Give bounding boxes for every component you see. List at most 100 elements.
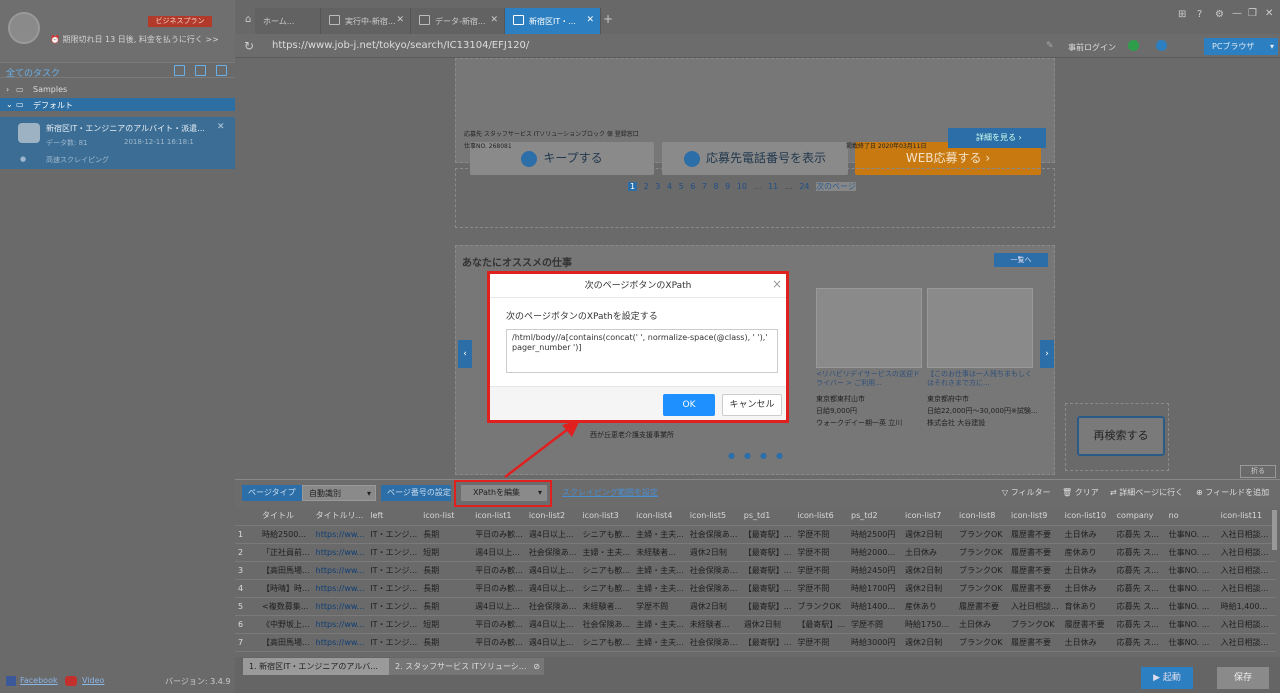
table-row[interactable]: 5 <複数募集... https://ww... IT・エンジ... 長期 週4日以上..…: [235, 597, 1276, 616]
column-header[interactable]: タイトル: [259, 507, 313, 526]
recommend-more-button[interactable]: 一覧へ: [994, 253, 1048, 267]
page-link[interactable]: 8: [713, 182, 718, 191]
table-cell[interactable]: 【最寄駅】...: [740, 579, 795, 598]
table-cell[interactable]: 週休2日制: [902, 525, 957, 544]
table-cell[interactable]: 短期: [420, 615, 473, 634]
table-row[interactable]: 1 時給2500... https://ww... IT・エンジ... 長期 平日のみ歓.…: [235, 525, 1276, 544]
table-cell[interactable]: 土日休み: [1061, 579, 1114, 598]
gift-icon[interactable]: ⊞: [1178, 9, 1186, 20]
table-cell[interactable]: 社会保険あ...: [686, 633, 741, 652]
detail-button[interactable]: 詳細を見る ›: [948, 128, 1046, 148]
table-cell[interactable]: IT・エンジ...: [367, 633, 421, 652]
table-cell[interactable]: https://ww...: [312, 543, 368, 562]
table-cell[interactable]: ブランクOK: [956, 579, 1009, 598]
all-tasks-label[interactable]: 全てのタスク: [6, 66, 60, 79]
table-cell[interactable]: 育休あり: [1061, 597, 1114, 616]
table-cell[interactable]: https://ww...: [312, 525, 368, 544]
table-cell[interactable]: 履歴書不要: [1008, 561, 1062, 580]
table-cell[interactable]: 産休あり: [1061, 543, 1114, 562]
table-cell[interactable]: 長期: [420, 525, 473, 544]
table-cell[interactable]: 履歴書不要: [1008, 633, 1062, 652]
column-header[interactable]: no: [1165, 507, 1218, 526]
filter-button[interactable]: ▽ フィルター: [996, 485, 1051, 501]
table-cell[interactable]: 週休2日制: [902, 579, 957, 598]
table-cell[interactable]: 入社日相談...: [1217, 579, 1276, 598]
table-cell[interactable]: 仕事NO. ...: [1165, 543, 1218, 562]
new-tab-icon[interactable]: +: [603, 12, 613, 26]
next-arrow-icon[interactable]: ›: [1040, 340, 1054, 368]
table-cell[interactable]: 週4日以上...: [525, 633, 580, 652]
xpath-input[interactable]: /html/body//a[contains(concat(' ', norma…: [506, 329, 778, 373]
column-header[interactable]: icon-list6: [794, 507, 849, 526]
close-icon[interactable]: ×: [772, 277, 782, 291]
column-header[interactable]: icon-list1: [472, 507, 526, 526]
table-cell[interactable]: 入社日相談...: [1217, 561, 1276, 580]
home-icon[interactable]: ⌂: [245, 14, 251, 25]
folder-default[interactable]: ⌄ ▭ デフォルト: [0, 98, 235, 111]
collapse-button[interactable]: 折る: [1240, 465, 1276, 478]
table-cell[interactable]: 履歴書不要: [1008, 543, 1062, 562]
table-cell[interactable]: 短期: [420, 543, 473, 562]
table-cell[interactable]: <複数募集...: [259, 597, 313, 616]
page-link[interactable]: 11: [768, 182, 778, 191]
table-cell[interactable]: 入社日相談...: [1217, 633, 1276, 652]
table-cell[interactable]: https://ww...: [312, 597, 368, 616]
detail-page-button[interactable]: ⇄ 詳細ページに行く: [1104, 485, 1183, 501]
table-cell[interactable]: 【最寄駅】...: [740, 543, 795, 562]
row-number[interactable]: 1: [235, 525, 259, 544]
table-cell[interactable]: 週休2日制: [902, 633, 957, 652]
table-cell[interactable]: ブランクOK: [956, 561, 1009, 580]
close-window-icon[interactable]: ✕: [1265, 8, 1273, 19]
table-cell[interactable]: 仕事NO. ...: [1165, 597, 1218, 616]
url-field[interactable]: https://www.job-j.net/tokyo/search/IC131…: [272, 40, 529, 51]
page-link[interactable]: 1: [628, 182, 638, 191]
table-cell[interactable]: 週休2日制: [740, 615, 795, 634]
table-cell[interactable]: シニアも歓...: [579, 561, 634, 580]
column-header[interactable]: icon-list5: [686, 507, 741, 526]
scroll-range-link[interactable]: スクレイピング範囲を設定: [556, 485, 658, 501]
table-cell[interactable]: 時給1700円: [848, 579, 903, 598]
close-icon[interactable]: ✕: [490, 15, 498, 25]
row-number[interactable]: 3: [235, 561, 259, 580]
table-cell[interactable]: 週4日以上...: [472, 597, 526, 616]
table-cell[interactable]: 長期: [420, 579, 473, 598]
table-cell[interactable]: ブランクOK: [956, 543, 1009, 562]
page-link[interactable]: 5: [679, 182, 684, 191]
table-cell[interactable]: 時給2000...: [848, 543, 903, 562]
table-cell[interactable]: 主婦・主夫...: [633, 615, 687, 634]
page-link[interactable]: 6: [690, 182, 695, 191]
column-header[interactable]: icon-list8: [956, 507, 1009, 526]
table-cell[interactable]: 平日のみ歓...: [472, 615, 526, 634]
table-cell[interactable]: 入社日相談...: [1008, 597, 1062, 616]
table-cell[interactable]: 長期: [420, 633, 473, 652]
table-cell[interactable]: 学歴不問: [794, 633, 849, 652]
table-cell[interactable]: 主婦・主夫...: [633, 579, 687, 598]
table-cell[interactable]: シニアも歓...: [579, 525, 634, 544]
column-header[interactable]: icon-list4: [633, 507, 687, 526]
table-row[interactable]: 6 《中野坂上... https://ww... IT・エンジ... 短期 平日のみ歓..…: [235, 615, 1276, 634]
row-number[interactable]: 7: [235, 633, 259, 652]
table-cell[interactable]: 学歴不問: [794, 579, 849, 598]
column-header[interactable]: icon-list11: [1217, 507, 1276, 526]
table-cell[interactable]: 社会保険あ...: [686, 579, 741, 598]
run-button[interactable]: ▶ 起動: [1141, 667, 1193, 689]
help-icon[interactable]: ?: [1197, 9, 1202, 20]
table-cell[interactable]: 応募先 ス...: [1113, 597, 1166, 616]
tab-current[interactable]: 新宿区IT・... ✕: [505, 8, 601, 34]
table-cell[interactable]: https://ww...: [312, 633, 368, 652]
table-cell[interactable]: 時給2500円: [848, 525, 903, 544]
table-cell[interactable]: 【最寄駅】...: [794, 615, 849, 634]
restore-icon[interactable]: ❐: [1248, 8, 1257, 19]
table-cell[interactable]: IT・エンジ...: [367, 597, 421, 616]
facebook-link[interactable]: Facebook: [20, 676, 58, 685]
folder-samples[interactable]: › ▭ Samples: [0, 83, 235, 96]
close-icon[interactable]: ✕: [396, 15, 404, 25]
table-cell[interactable]: 土日休み: [956, 615, 1009, 634]
table-cell[interactable]: 学歴不問: [794, 561, 849, 580]
table-cell[interactable]: シニアも歓...: [579, 633, 634, 652]
table-cell[interactable]: 時給2450円: [848, 561, 903, 580]
row-number[interactable]: 2: [235, 543, 259, 562]
table-cell[interactable]: IT・エンジ...: [367, 579, 421, 598]
column-header[interactable]: icon-list9: [1008, 507, 1062, 526]
table-cell[interactable]: 週4日以上...: [525, 561, 580, 580]
